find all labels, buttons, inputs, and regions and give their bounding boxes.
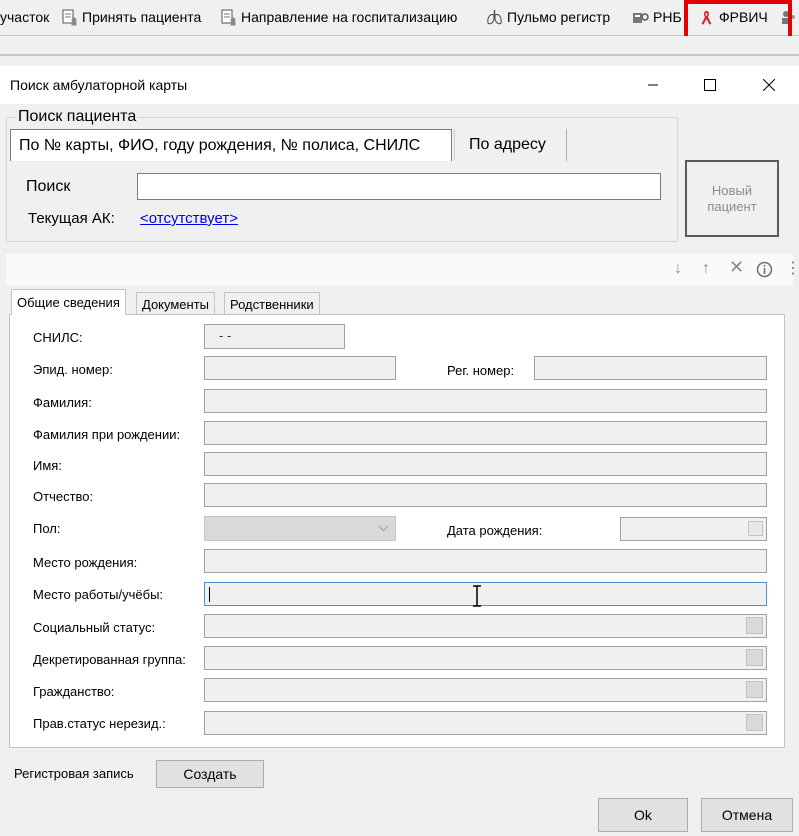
more-icon[interactable]: ⋮ (785, 261, 799, 277)
surname-label: Фамилия: (33, 395, 92, 410)
tab-label: По № карты, ФИО, году рождения, № полиса… (19, 136, 421, 154)
toolbar-item-label: участок (0, 9, 50, 25)
registry-icon (632, 9, 649, 26)
text-caret (209, 587, 210, 602)
tab-label: Родственники (230, 296, 314, 312)
registry-record-label: Регистровая запись (14, 766, 134, 781)
search-input[interactable] (137, 173, 661, 200)
citizenship-field[interactable] (204, 678, 767, 702)
doc-person-icon (220, 9, 237, 26)
surname-field[interactable] (204, 389, 767, 413)
dialog-title: Поиск амбулаторной карты (10, 77, 188, 93)
doc-person-icon (61, 9, 78, 26)
patronymic-field[interactable] (204, 483, 767, 507)
search-label: Поиск (26, 178, 71, 195)
button-label: Ok (634, 807, 652, 823)
reg-number-label: Рег. номер: (447, 363, 515, 378)
sex-label: Пол: (33, 521, 61, 536)
delete-icon[interactable]: ✕ (729, 258, 744, 276)
minimize-button[interactable] (624, 66, 682, 104)
birthdate-label: Дата рождения: (447, 523, 543, 538)
patronymic-label: Отчество: (33, 489, 94, 504)
tab-label: Документы (142, 296, 210, 312)
lookup-button-icon[interactable] (746, 617, 763, 634)
citizenship-label: Гражданство: (33, 684, 115, 699)
search-group-legend: Поиск пациента (16, 108, 139, 126)
toolbar-item-accept-patient[interactable]: Принять пациента (61, 6, 201, 28)
search-card-dialog: Поиск амбулаторной карты Поиск пациента … (0, 66, 799, 836)
close-icon (763, 79, 775, 91)
toolbar-item-label: Направление на госпитализацию (241, 9, 458, 25)
ok-button[interactable]: Ok (598, 798, 688, 832)
lookup-button-icon[interactable] (746, 649, 763, 666)
social-status-field[interactable] (204, 614, 767, 638)
calendar-icon[interactable] (748, 521, 763, 536)
birth-surname-field[interactable] (204, 421, 767, 445)
toolbar-item-pulmo[interactable]: Пульмо регистр (486, 6, 610, 28)
tab-label: Общие сведения (17, 295, 120, 310)
arrow-down-icon[interactable]: ↓ (674, 261, 682, 277)
reg-number-field[interactable] (534, 356, 767, 380)
maximize-button[interactable] (681, 66, 739, 104)
lookup-button-icon[interactable] (746, 714, 763, 731)
first-name-label: Имя: (33, 458, 62, 473)
toolbar-item-rnb[interactable]: РНБ (632, 6, 682, 28)
sex-select[interactable] (204, 516, 396, 541)
snils-label: СНИЛС: (33, 330, 83, 345)
text-cursor-icon (473, 585, 481, 607)
epid-number-label: Эпид. номер: (33, 362, 113, 377)
workplace-label: Место работы/учёбы: (33, 587, 164, 602)
button-label: Создать (183, 766, 237, 782)
new-patient-button[interactable]: Новый пациент (685, 160, 779, 237)
arrow-up-icon[interactable]: ↑ (702, 261, 710, 277)
records-toolbar: ↓ ↑ ✕ ⋮ (6, 254, 799, 285)
birthdate-field[interactable] (620, 517, 767, 541)
tab-documents[interactable]: Документы (136, 292, 216, 315)
dialog-titlebar: Поиск амбулаторной карты (0, 66, 799, 104)
toolbar-item-hospitalization[interactable]: Направление на госпитализацию (220, 6, 457, 28)
lungs-icon (486, 9, 503, 26)
current-ak-link[interactable]: <отсутствует> (140, 210, 238, 227)
epid-number-field[interactable] (204, 356, 396, 380)
toolbar-divider (0, 54, 799, 56)
maximize-icon (704, 79, 716, 91)
minimize-icon (648, 84, 658, 86)
birth-surname-label: Фамилия при рождении: (33, 427, 181, 442)
tab-search-by-card[interactable]: По № карты, ФИО, году рождения, № полиса… (10, 129, 452, 161)
toolbar-item-uchastok[interactable]: участок (0, 6, 49, 28)
legal-status-field[interactable] (204, 711, 767, 735)
chevron-down-icon (378, 525, 389, 532)
app-toolbar: участок Принять пациента Направление на … (0, 0, 799, 36)
button-label: Отмена (721, 807, 773, 823)
close-button[interactable] (740, 66, 798, 104)
new-patient-label: Новый пациент (707, 182, 757, 214)
decree-group-field[interactable] (204, 646, 767, 670)
lookup-button-icon[interactable] (746, 681, 763, 698)
cancel-button[interactable]: Отмена (701, 798, 793, 832)
tab-general-info[interactable]: Общие сведения (11, 289, 126, 315)
social-status-label: Социальный статус: (33, 620, 156, 635)
create-button[interactable]: Создать (156, 760, 264, 788)
toolbar-strip (0, 36, 799, 54)
toolbar-item-label: РНБ (653, 9, 682, 25)
toolbar-item-label: Принять пациента (82, 9, 202, 25)
birthplace-field[interactable] (204, 549, 767, 573)
tab-relatives[interactable]: Родственники (224, 292, 320, 315)
toolbar-item-label: Пульмо регистр (507, 9, 611, 25)
decree-group-label: Декретированная группа: (33, 652, 186, 667)
birthplace-label: Место рождения: (33, 555, 138, 570)
first-name-field[interactable] (204, 452, 767, 476)
tab-label: По адресу (469, 136, 546, 153)
tab-search-by-address[interactable]: По адресу (454, 129, 567, 161)
legal-status-label: Прав.статус нерезид.: (33, 716, 166, 731)
info-icon[interactable] (756, 261, 773, 282)
current-ak-label: Текущая АК: (28, 210, 115, 227)
workplace-field[interactable] (204, 582, 767, 606)
snils-field[interactable]: - - (204, 324, 345, 349)
